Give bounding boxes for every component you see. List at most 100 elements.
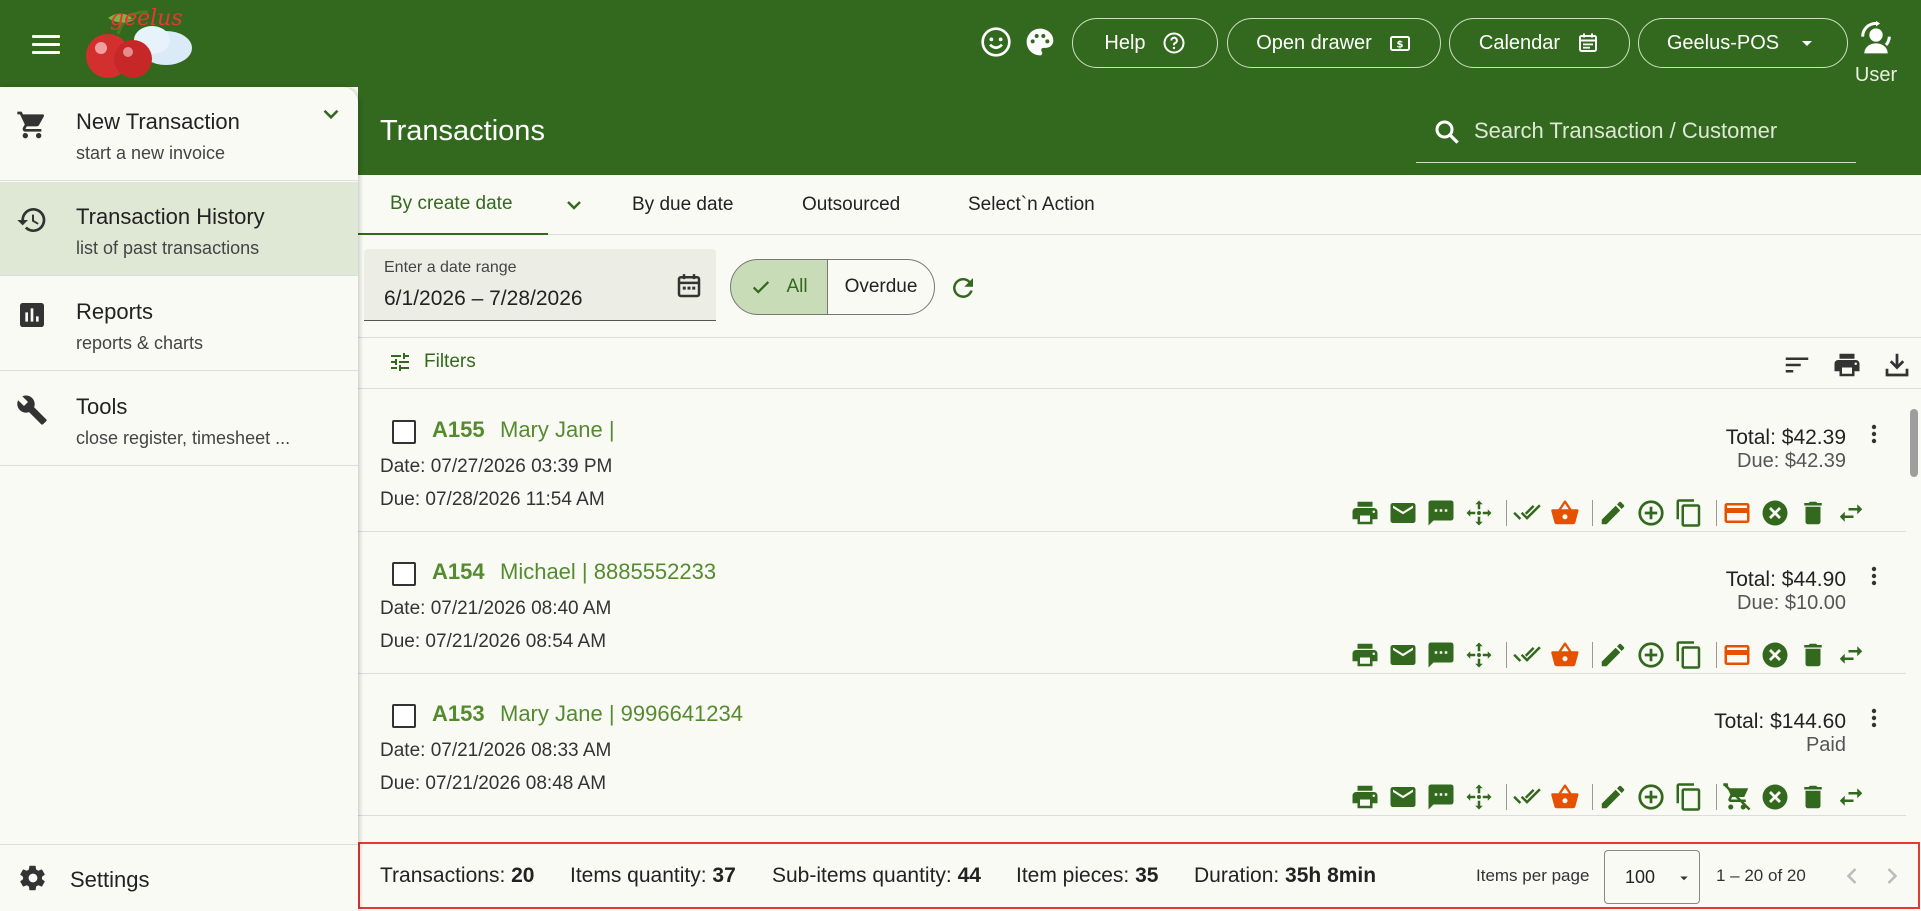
cancel-icon[interactable] bbox=[1760, 498, 1790, 528]
user-menu[interactable]: User bbox=[1848, 20, 1904, 86]
copy-icon[interactable] bbox=[1674, 640, 1704, 670]
customer-info[interactable]: Michael | 8885552233 bbox=[500, 559, 716, 585]
user-label: User bbox=[1854, 64, 1898, 86]
more-vert-icon[interactable] bbox=[1862, 562, 1886, 590]
stat-value: 44 bbox=[957, 864, 981, 887]
table-row[interactable]: A153 Mary Jane | 9996641234 Date: 07/21/… bbox=[358, 674, 1906, 816]
row-checkbox[interactable] bbox=[392, 562, 416, 586]
credit-card-icon[interactable] bbox=[1722, 640, 1752, 670]
delete-icon[interactable] bbox=[1798, 498, 1828, 528]
sort-icon[interactable] bbox=[1782, 350, 1812, 380]
more-vert-icon[interactable] bbox=[1862, 704, 1886, 732]
toggle-overdue[interactable]: Overdue bbox=[827, 259, 935, 315]
table-row[interactable]: A155 Mary Jane | Date: 07/27/2026 03:39 … bbox=[358, 390, 1906, 532]
items-per-page-select[interactable]: 100 bbox=[1604, 850, 1700, 904]
store-select[interactable]: Geelus-POS bbox=[1638, 18, 1848, 68]
sidebar-item-new-transaction[interactable]: New Transaction start a new invoice bbox=[0, 87, 358, 181]
scrollbar-thumb[interactable] bbox=[1910, 409, 1918, 477]
edit-icon[interactable] bbox=[1598, 782, 1628, 812]
filters-button[interactable]: Filters bbox=[388, 350, 476, 374]
cancel-icon[interactable] bbox=[1760, 640, 1790, 670]
transaction-id[interactable]: A154 bbox=[432, 559, 485, 585]
sidebar-item-title: Tools bbox=[76, 394, 128, 419]
menu-icon[interactable] bbox=[28, 30, 64, 56]
sms-icon[interactable] bbox=[1426, 782, 1456, 812]
basket-icon[interactable] bbox=[1550, 782, 1580, 812]
customer-info[interactable]: Mary Jane | bbox=[500, 417, 615, 443]
sidebar-item-reports[interactable]: Reports reports & charts bbox=[0, 277, 358, 371]
add-circle-icon[interactable] bbox=[1636, 498, 1666, 528]
next-page-icon[interactable] bbox=[1878, 862, 1906, 890]
swap-icon[interactable] bbox=[1836, 782, 1866, 812]
print-icon[interactable] bbox=[1350, 782, 1380, 812]
date-range-start[interactable]: 6/1/2026 bbox=[384, 287, 466, 310]
chevron-down-icon[interactable] bbox=[318, 101, 344, 127]
table-row[interactable]: A154 Michael | 8885552233 Date: 07/21/20… bbox=[358, 532, 1906, 674]
edit-icon[interactable] bbox=[1598, 498, 1628, 528]
sidebar-item-transaction-history[interactable]: Transaction History list of past transac… bbox=[0, 182, 358, 276]
copy-icon[interactable] bbox=[1674, 782, 1704, 812]
smiley-icon[interactable] bbox=[980, 26, 1012, 58]
move-icon[interactable] bbox=[1464, 498, 1494, 528]
move-icon[interactable] bbox=[1464, 640, 1494, 670]
remove-cart-icon[interactable] bbox=[1722, 782, 1752, 812]
add-circle-icon[interactable] bbox=[1636, 640, 1666, 670]
prev-page-icon[interactable] bbox=[1838, 862, 1866, 890]
palette-icon[interactable] bbox=[1024, 26, 1056, 58]
sidebar-item-subtitle: reports & charts bbox=[76, 333, 204, 353]
print-icon[interactable] bbox=[1350, 498, 1380, 528]
search-box[interactable] bbox=[1416, 101, 1856, 163]
search-input[interactable] bbox=[1474, 113, 1844, 149]
done-all-icon[interactable] bbox=[1512, 498, 1542, 528]
swap-icon[interactable] bbox=[1836, 498, 1866, 528]
search-icon bbox=[1435, 120, 1459, 144]
more-vert-icon[interactable] bbox=[1862, 420, 1886, 448]
help-button[interactable]: Help bbox=[1072, 18, 1218, 68]
print-icon[interactable] bbox=[1832, 350, 1862, 380]
date-range-end[interactable]: 7/28/2026 bbox=[489, 287, 582, 310]
add-circle-icon[interactable] bbox=[1636, 782, 1666, 812]
basket-icon[interactable] bbox=[1550, 498, 1580, 528]
email-icon[interactable] bbox=[1388, 640, 1418, 670]
calendar-icon[interactable] bbox=[674, 271, 704, 301]
stat-label: Sub-items quantity: bbox=[772, 864, 958, 887]
swap-icon[interactable] bbox=[1836, 640, 1866, 670]
download-icon[interactable] bbox=[1882, 350, 1912, 380]
summary-footer: Transactions: 20 Items quantity: 37 Sub-… bbox=[358, 842, 1920, 909]
tab-outsourced[interactable]: Outsourced bbox=[802, 175, 900, 235]
basket-icon[interactable] bbox=[1550, 640, 1580, 670]
tab-select-n-action[interactable]: Select`n Action bbox=[968, 175, 1095, 235]
refresh-icon[interactable] bbox=[948, 273, 978, 303]
credit-card-icon[interactable] bbox=[1722, 498, 1752, 528]
cart-icon bbox=[17, 111, 44, 139]
print-icon[interactable] bbox=[1350, 640, 1380, 670]
tab-by-create-date[interactable]: By create date bbox=[358, 175, 581, 235]
delete-icon[interactable] bbox=[1798, 782, 1828, 812]
tab-by-due-date[interactable]: By due date bbox=[632, 175, 733, 235]
chevron-down-icon[interactable] bbox=[562, 193, 586, 217]
transaction-id[interactable]: A153 bbox=[432, 701, 485, 727]
sidebar-item-tools[interactable]: Tools close register, timesheet ... bbox=[0, 372, 358, 466]
cancel-icon[interactable] bbox=[1760, 782, 1790, 812]
sms-icon[interactable] bbox=[1426, 640, 1456, 670]
email-icon[interactable] bbox=[1388, 498, 1418, 528]
done-all-icon[interactable] bbox=[1512, 782, 1542, 812]
move-icon[interactable] bbox=[1464, 782, 1494, 812]
edit-icon[interactable] bbox=[1598, 640, 1628, 670]
sms-icon[interactable] bbox=[1426, 498, 1456, 528]
sidebar-item-settings[interactable]: Settings bbox=[0, 844, 358, 911]
delete-icon[interactable] bbox=[1798, 640, 1828, 670]
copy-icon[interactable] bbox=[1674, 498, 1704, 528]
row-checkbox[interactable] bbox=[392, 420, 416, 444]
open-drawer-button[interactable]: Open drawer $ bbox=[1227, 18, 1441, 68]
action-separator bbox=[1506, 500, 1507, 526]
calendar-button[interactable]: Calendar bbox=[1449, 18, 1630, 68]
row-checkbox[interactable] bbox=[392, 704, 416, 728]
toggle-all[interactable]: All bbox=[730, 259, 828, 315]
email-icon[interactable] bbox=[1388, 782, 1418, 812]
done-all-icon[interactable] bbox=[1512, 640, 1542, 670]
customer-info[interactable]: Mary Jane | 9996641234 bbox=[500, 701, 743, 727]
transaction-id[interactable]: A155 bbox=[432, 417, 485, 443]
sidebar-item-title: Reports bbox=[76, 299, 154, 324]
date-range-field[interactable]: Enter a date range 6/1/2026 – 7/28/2026 bbox=[364, 249, 716, 321]
